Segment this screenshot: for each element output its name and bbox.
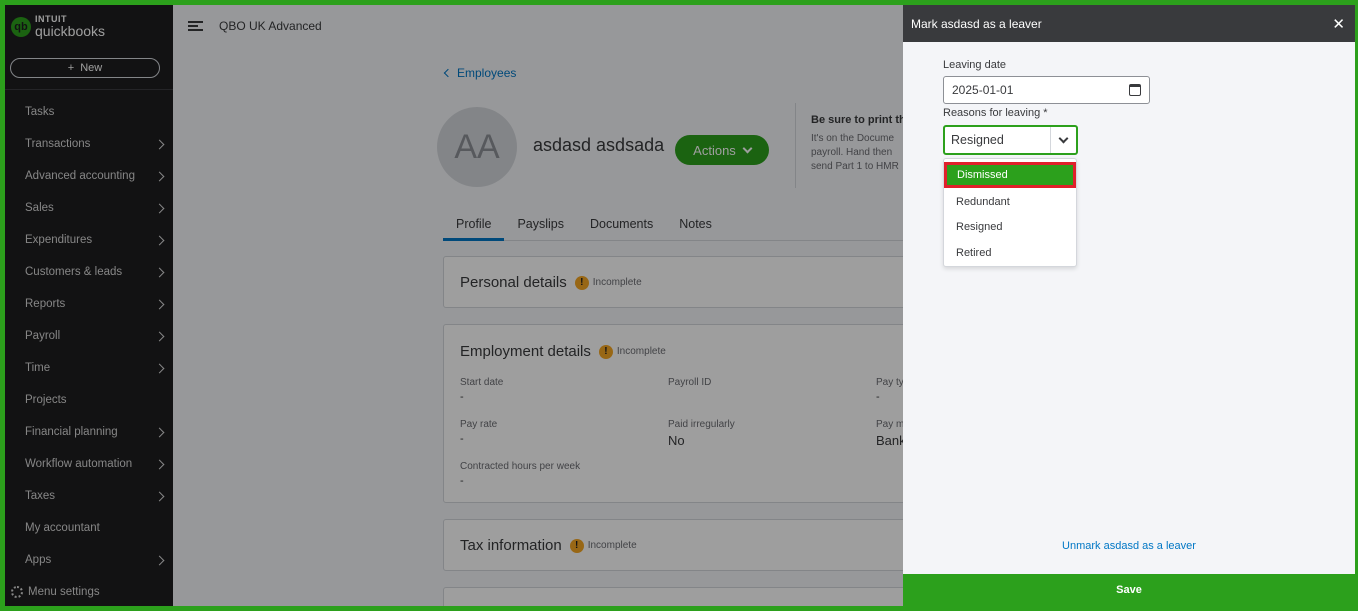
dropdown-toggle[interactable] (1050, 127, 1076, 153)
unmark-leaver-link[interactable]: Unmark asdasd as a leaver (903, 540, 1355, 552)
save-button[interactable]: Save (903, 574, 1355, 606)
dropdown-option-dismissed[interactable]: Dismissed (944, 162, 1076, 188)
leaver-drawer: Mark asdasd as a leaver ✕ Leaving date 2… (903, 5, 1355, 606)
leaving-date-label: Leaving date (943, 59, 1006, 71)
reasons-dropdown-list: Dismissed Redundant Resigned Retired (943, 158, 1077, 267)
chevron-down-icon (1058, 133, 1069, 143)
calendar-icon[interactable] (1129, 84, 1141, 96)
leaving-date-input[interactable]: 2025-01-01 (943, 76, 1150, 104)
reasons-select-value: Resigned (951, 133, 1004, 147)
reasons-label: Reasons for leaving * (943, 107, 1048, 119)
dropdown-option-retired[interactable]: Retired (944, 240, 1076, 266)
drawer-title: Mark asdasd as a leaver (911, 16, 1042, 31)
modal-overlay[interactable] (5, 5, 903, 606)
leaving-date-value: 2025-01-01 (952, 83, 1014, 97)
drawer-header: Mark asdasd as a leaver ✕ (903, 5, 1355, 42)
app-frame: qb INTUIT quickbooks + New Tasks Transact… (5, 5, 1355, 606)
dropdown-option-redundant[interactable]: Redundant (944, 189, 1076, 215)
reasons-select[interactable]: Resigned (943, 125, 1078, 155)
close-icon[interactable]: ✕ (1332, 15, 1345, 33)
dropdown-option-resigned[interactable]: Resigned (944, 215, 1076, 241)
